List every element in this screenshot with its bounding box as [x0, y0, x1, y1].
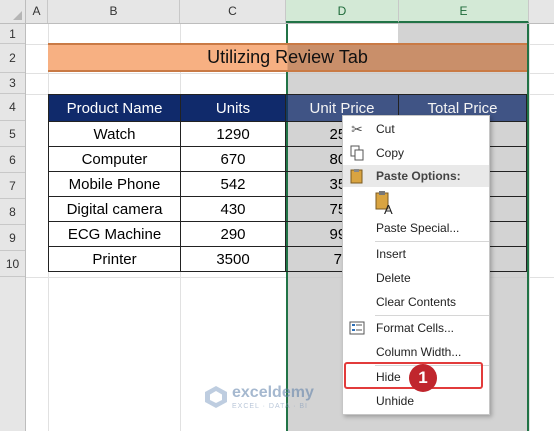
menu-item-insert[interactable]: Insert	[343, 243, 489, 265]
column-header-b[interactable]: B	[48, 0, 180, 23]
row-header-9[interactable]: 9	[0, 225, 25, 251]
menu-item-label: Paste Special...	[376, 221, 460, 235]
menu-item-clear-contents[interactable]: Clear Contents	[343, 291, 489, 313]
menu-item-label: Copy	[376, 146, 405, 160]
row-header-1[interactable]: 1	[0, 24, 25, 44]
watermark-name: exceldemy	[232, 384, 314, 401]
watermark: exceldemy EXCEL · DATA · BI	[204, 382, 354, 418]
clipboard-icon	[349, 168, 365, 184]
menu-item-label: Cut	[376, 122, 395, 136]
row-header-bar: 1 2 3 4 5 6 7 8 9 10	[0, 24, 26, 431]
menu-item-format-cells[interactable]: Format Cells...	[343, 317, 489, 339]
menu-item-label: Clear Contents	[376, 295, 457, 309]
step-badge: 1	[409, 364, 437, 392]
menu-section-label: Paste Options:	[376, 169, 461, 183]
menu-item-label: Column Width...	[376, 345, 462, 359]
menu-item-label: Insert	[376, 247, 407, 261]
watermark-tagline: EXCEL · DATA · BI	[232, 403, 308, 410]
menu-item-column-width[interactable]: Column Width...	[343, 341, 489, 363]
row-header-10[interactable]: 10	[0, 251, 25, 277]
format-cells-icon	[349, 320, 365, 336]
active-cell[interactable]	[288, 24, 398, 44]
menu-separator	[375, 315, 489, 316]
menu-item-cut[interactable]: ✂ Cut	[343, 118, 489, 140]
grid-line	[529, 24, 530, 431]
watermark-logo-icon	[205, 386, 227, 408]
menu-item-unhide[interactable]: Unhide	[343, 390, 489, 412]
column-header-d[interactable]: D	[286, 0, 399, 23]
header-product-name[interactable]: Product Name	[48, 94, 181, 122]
menu-item-label: Delete	[376, 271, 411, 285]
cell-product[interactable]: Computer	[48, 146, 181, 172]
cell-product[interactable]: Digital camera	[48, 196, 181, 222]
copy-icon	[349, 145, 365, 161]
column-header-e[interactable]: E	[399, 0, 529, 23]
cell-units[interactable]: 1290	[180, 121, 286, 147]
cell-units[interactable]: 430	[180, 196, 286, 222]
cell-units[interactable]: 290	[180, 221, 286, 247]
cell-units[interactable]: 670	[180, 146, 286, 172]
sheet-title: Utilizing Review Tab	[48, 43, 527, 72]
row-header-6[interactable]: 6	[0, 147, 25, 173]
cell-product[interactable]: Watch	[48, 121, 181, 147]
paste-values-icon[interactable]: A	[374, 190, 396, 217]
header-units[interactable]: Units	[180, 94, 286, 122]
menu-item-label: Unhide	[376, 394, 415, 408]
row-header-2[interactable]: 2	[0, 44, 25, 73]
cell-units[interactable]: 3500	[180, 246, 286, 272]
cell-units[interactable]: 542	[180, 171, 286, 197]
menu-separator	[375, 241, 489, 242]
row-header-4[interactable]: 4	[0, 94, 25, 121]
select-all-button[interactable]	[0, 0, 26, 23]
cell-product[interactable]: Mobile Phone	[48, 171, 181, 197]
row-header-5[interactable]: 5	[0, 121, 25, 147]
row-header-7[interactable]: 7	[0, 173, 25, 199]
menu-item-label: Format Cells...	[376, 321, 455, 335]
scissors-icon: ✂	[351, 121, 363, 137]
menu-item-delete[interactable]: Delete	[343, 267, 489, 289]
column-header-c[interactable]: C	[180, 0, 286, 23]
menu-item-paste-special[interactable]: Paste Special...	[343, 217, 489, 239]
cell-product[interactable]: Printer	[48, 246, 181, 272]
svg-text:A: A	[384, 202, 393, 216]
row-header-3[interactable]: 3	[0, 73, 25, 94]
menu-item-copy[interactable]: Copy	[343, 142, 489, 164]
menu-section-paste-options: Paste Options:	[343, 165, 489, 187]
column-header-a[interactable]: A	[26, 0, 48, 23]
cell-product[interactable]: ECG Machine	[48, 221, 181, 247]
row-header-8[interactable]: 8	[0, 199, 25, 225]
column-header-bar: A B C D E	[0, 0, 554, 24]
